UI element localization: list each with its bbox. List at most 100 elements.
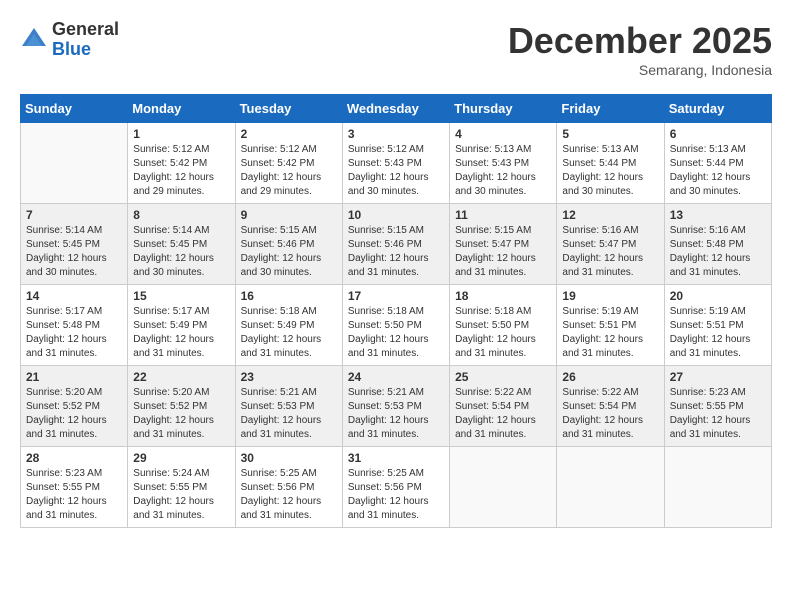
- calendar-week-row: 14Sunrise: 5:17 AM Sunset: 5:48 PM Dayli…: [21, 285, 772, 366]
- day-number: 23: [241, 370, 337, 384]
- calendar-day-cell: [450, 447, 557, 528]
- day-number: 7: [26, 208, 122, 222]
- day-number: 1: [133, 127, 229, 141]
- day-number: 15: [133, 289, 229, 303]
- day-number: 29: [133, 451, 229, 465]
- logo: General Blue: [20, 20, 119, 60]
- day-number: 26: [562, 370, 658, 384]
- calendar-day-cell: 17 Sunrise: 5:18 AM Sunset: 5:50 PM Dayli…: [342, 285, 449, 366]
- day-number: 8: [133, 208, 229, 222]
- day-number: 10: [348, 208, 444, 222]
- calendar-day-cell: 20 Sunrise: 5:19 AM Sunset: 5:51 PM Dayli…: [664, 285, 771, 366]
- day-info: Sunrise: 5:15 AM Sunset: 5:46 PM Dayligh…: [241, 224, 337, 280]
- calendar-day-cell: 11 Sunrise: 5:15 AM Sunset: 5:47 PM Dayli…: [450, 204, 557, 285]
- day-info: Sunrise: 5:12 AM Sunset: 5:43 PM Dayligh…: [348, 143, 444, 199]
- calendar-day-cell: 16 Sunrise: 5:18 AM Sunset: 5:49 PM Dayli…: [235, 285, 342, 366]
- calendar-day-cell: 13Sunrise: 5:16 AM Sunset: 5:48 PM Dayli…: [664, 204, 771, 285]
- day-number: 13: [670, 208, 766, 222]
- day-number: 4: [455, 127, 551, 141]
- calendar-day-cell: 2 Sunrise: 5:12 AM Sunset: 5:42 PM Daylig…: [235, 123, 342, 204]
- calendar-day-cell: 23Sunrise: 5:21 AM Sunset: 5:53 PM Dayli…: [235, 366, 342, 447]
- day-info: Sunrise: 5:22 AM Sunset: 5:54 PM Dayligh…: [562, 386, 658, 442]
- day-number: 19: [562, 289, 658, 303]
- day-number: 27: [670, 370, 766, 384]
- calendar-day-cell: 31Sunrise: 5:25 AM Sunset: 5:56 PM Dayli…: [342, 447, 449, 528]
- day-info: Sunrise: 5:21 AM Sunset: 5:53 PM Dayligh…: [348, 386, 444, 442]
- day-info: Sunrise: 5:15 AM Sunset: 5:46 PM Dayligh…: [348, 224, 444, 280]
- day-number: 5: [562, 127, 658, 141]
- location-subtitle: Semarang, Indonesia: [508, 62, 772, 78]
- day-info: Sunrise: 5:18 AM Sunset: 5:50 PM Dayligh…: [455, 305, 551, 361]
- day-info: Sunrise: 5:25 AM Sunset: 5:56 PM Dayligh…: [348, 467, 444, 523]
- calendar-day-cell: 15 Sunrise: 5:17 AM Sunset: 5:49 PM Dayli…: [128, 285, 235, 366]
- day-info: Sunrise: 5:25 AM Sunset: 5:56 PM Dayligh…: [241, 467, 337, 523]
- day-number: 6: [670, 127, 766, 141]
- day-info: Sunrise: 5:20 AM Sunset: 5:52 PM Dayligh…: [133, 386, 229, 442]
- calendar-day-cell: 27Sunrise: 5:23 AM Sunset: 5:55 PM Dayli…: [664, 366, 771, 447]
- calendar-day-cell: 18 Sunrise: 5:18 AM Sunset: 5:50 PM Dayli…: [450, 285, 557, 366]
- weekday-header-sunday: Sunday: [21, 95, 128, 123]
- logo-text: General Blue: [52, 20, 119, 60]
- calendar-week-row: 28Sunrise: 5:23 AM Sunset: 5:55 PM Dayli…: [21, 447, 772, 528]
- day-number: 30: [241, 451, 337, 465]
- day-number: 12: [562, 208, 658, 222]
- weekday-header-monday: Monday: [128, 95, 235, 123]
- day-info: Sunrise: 5:24 AM Sunset: 5:55 PM Dayligh…: [133, 467, 229, 523]
- day-number: 22: [133, 370, 229, 384]
- calendar-day-cell: 6Sunrise: 5:13 AM Sunset: 5:44 PM Daylig…: [664, 123, 771, 204]
- calendar-day-cell: 9 Sunrise: 5:15 AM Sunset: 5:46 PM Daylig…: [235, 204, 342, 285]
- weekday-header-wednesday: Wednesday: [342, 95, 449, 123]
- day-info: Sunrise: 5:22 AM Sunset: 5:54 PM Dayligh…: [455, 386, 551, 442]
- weekday-header-row: SundayMondayTuesdayWednesdayThursdayFrid…: [21, 95, 772, 123]
- calendar-day-cell: [21, 123, 128, 204]
- day-info: Sunrise: 5:19 AM Sunset: 5:51 PM Dayligh…: [562, 305, 658, 361]
- day-info: Sunrise: 5:16 AM Sunset: 5:47 PM Dayligh…: [562, 224, 658, 280]
- day-info: Sunrise: 5:14 AM Sunset: 5:45 PM Dayligh…: [26, 224, 122, 280]
- day-number: 24: [348, 370, 444, 384]
- logo-blue-text: Blue: [52, 40, 119, 60]
- calendar-day-cell: 5 Sunrise: 5:13 AM Sunset: 5:44 PM Daylig…: [557, 123, 664, 204]
- calendar-day-cell: 30 Sunrise: 5:25 AM Sunset: 5:56 PM Dayli…: [235, 447, 342, 528]
- day-number: 20: [670, 289, 766, 303]
- day-info: Sunrise: 5:17 AM Sunset: 5:49 PM Dayligh…: [133, 305, 229, 361]
- day-number: 2: [241, 127, 337, 141]
- calendar-day-cell: 12 Sunrise: 5:16 AM Sunset: 5:47 PM Dayli…: [557, 204, 664, 285]
- weekday-header-friday: Friday: [557, 95, 664, 123]
- day-number: 11: [455, 208, 551, 222]
- calendar-day-cell: 25 Sunrise: 5:22 AM Sunset: 5:54 PM Dayli…: [450, 366, 557, 447]
- day-number: 28: [26, 451, 122, 465]
- page-header: General Blue December 2025 Semarang, Ind…: [20, 20, 772, 78]
- calendar-day-cell: 10 Sunrise: 5:15 AM Sunset: 5:46 PM Dayli…: [342, 204, 449, 285]
- calendar-day-cell: 26 Sunrise: 5:22 AM Sunset: 5:54 PM Dayli…: [557, 366, 664, 447]
- day-info: Sunrise: 5:14 AM Sunset: 5:45 PM Dayligh…: [133, 224, 229, 280]
- day-info: Sunrise: 5:18 AM Sunset: 5:49 PM Dayligh…: [241, 305, 337, 361]
- day-info: Sunrise: 5:15 AM Sunset: 5:47 PM Dayligh…: [455, 224, 551, 280]
- calendar-day-cell: 29 Sunrise: 5:24 AM Sunset: 5:55 PM Dayli…: [128, 447, 235, 528]
- calendar-day-cell: 7 Sunrise: 5:14 AM Sunset: 5:45 PM Daylig…: [21, 204, 128, 285]
- weekday-header-tuesday: Tuesday: [235, 95, 342, 123]
- title-block: December 2025 Semarang, Indonesia: [508, 20, 772, 78]
- weekday-header-saturday: Saturday: [664, 95, 771, 123]
- calendar-day-cell: [557, 447, 664, 528]
- calendar-day-cell: 3Sunrise: 5:12 AM Sunset: 5:43 PM Daylig…: [342, 123, 449, 204]
- day-number: 16: [241, 289, 337, 303]
- calendar-week-row: 7 Sunrise: 5:14 AM Sunset: 5:45 PM Daylig…: [21, 204, 772, 285]
- day-info: Sunrise: 5:20 AM Sunset: 5:52 PM Dayligh…: [26, 386, 122, 442]
- day-info: Sunrise: 5:17 AM Sunset: 5:48 PM Dayligh…: [26, 305, 122, 361]
- calendar-day-cell: [664, 447, 771, 528]
- day-number: 17: [348, 289, 444, 303]
- calendar-day-cell: 22 Sunrise: 5:20 AM Sunset: 5:52 PM Dayli…: [128, 366, 235, 447]
- calendar-week-row: 21Sunrise: 5:20 AM Sunset: 5:52 PM Dayli…: [21, 366, 772, 447]
- calendar-day-cell: 28Sunrise: 5:23 AM Sunset: 5:55 PM Dayli…: [21, 447, 128, 528]
- calendar-table: SundayMondayTuesdayWednesdayThursdayFrid…: [20, 94, 772, 528]
- day-number: 18: [455, 289, 551, 303]
- day-number: 25: [455, 370, 551, 384]
- calendar-day-cell: 19 Sunrise: 5:19 AM Sunset: 5:51 PM Dayli…: [557, 285, 664, 366]
- day-number: 9: [241, 208, 337, 222]
- calendar-day-cell: 21Sunrise: 5:20 AM Sunset: 5:52 PM Dayli…: [21, 366, 128, 447]
- day-info: Sunrise: 5:13 AM Sunset: 5:44 PM Dayligh…: [562, 143, 658, 199]
- day-info: Sunrise: 5:12 AM Sunset: 5:42 PM Dayligh…: [241, 143, 337, 199]
- day-info: Sunrise: 5:19 AM Sunset: 5:51 PM Dayligh…: [670, 305, 766, 361]
- day-info: Sunrise: 5:18 AM Sunset: 5:50 PM Dayligh…: [348, 305, 444, 361]
- month-title: December 2025: [508, 20, 772, 62]
